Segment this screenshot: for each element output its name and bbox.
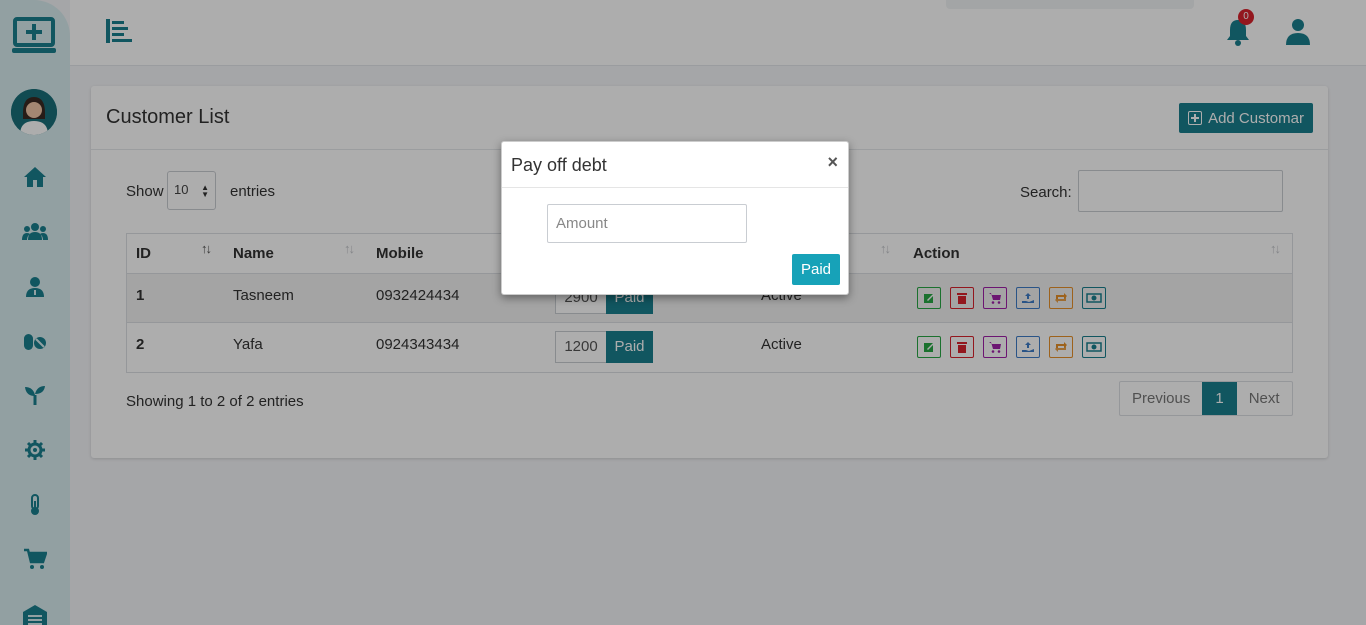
modal-title: Pay off debt (511, 155, 607, 175)
pay-debt-modal: Pay off debt × Paid (501, 141, 849, 295)
modal-header: Pay off debt × (502, 142, 848, 188)
modal-backdrop[interactable] (0, 0, 1366, 625)
paid-submit-button[interactable]: Paid (792, 254, 840, 285)
close-icon[interactable]: × (827, 153, 838, 171)
amount-input[interactable] (547, 204, 747, 243)
